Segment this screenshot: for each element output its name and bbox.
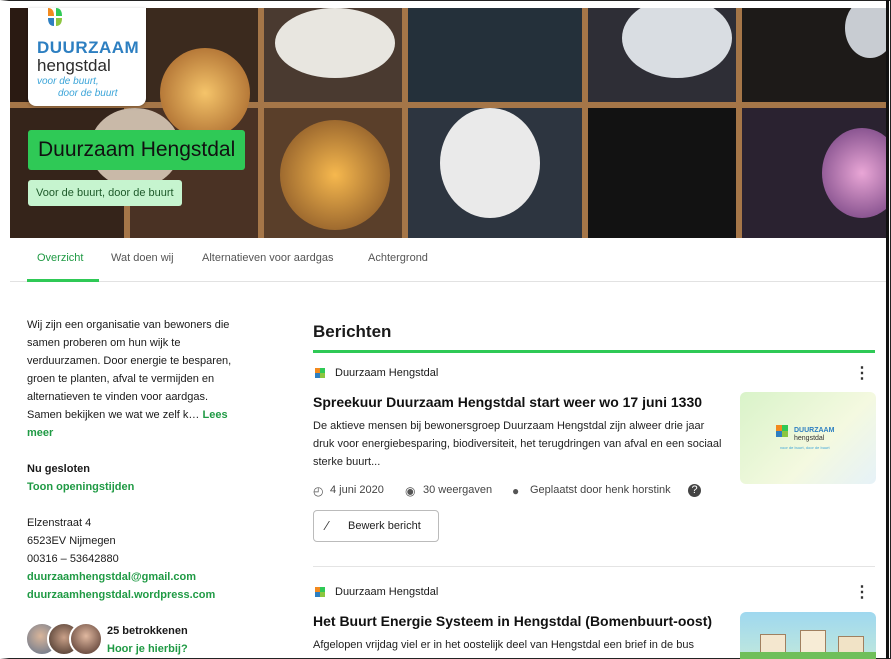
- thumbnail-logo-text1: DUURZAAM: [794, 427, 835, 434]
- post-excerpt: Afgelopen vrijdag viel er in het oosteli…: [313, 639, 694, 651]
- post-title[interactable]: Spreekuur Duurzaam Hengstdal start weer …: [313, 394, 702, 410]
- tab-achtergrond[interactable]: Achtergrond: [368, 252, 428, 264]
- avatar: [69, 622, 103, 656]
- post-excerpt: De aktieve mensen bij bewonersgroep Duur…: [313, 420, 722, 468]
- logo-text-hengstdal: hengstdal: [37, 56, 111, 75]
- page-title: Duurzaam Hengstdal: [28, 130, 246, 170]
- post-thumbnail[interactable]: [740, 612, 876, 659]
- post-options-icon[interactable]: ⋮: [854, 363, 870, 383]
- user-icon: ●: [512, 484, 520, 498]
- clock-icon: ◴: [313, 484, 324, 498]
- eye-icon: ◉: [405, 484, 416, 498]
- about-text: Wij zijn een organisatie van bewoners di…: [27, 316, 237, 442]
- contact-details: Elzenstraat 4 6523EV Nijmegen 00316 – 53…: [27, 514, 215, 604]
- posts-heading-rule: [313, 350, 875, 353]
- post-title[interactable]: Het Buurt Energie Systeem in Hengstdal (…: [313, 613, 712, 629]
- organization-logo[interactable]: DUURZAAM hengstdal voor de buurt, door d…: [28, 8, 146, 106]
- edit-post-button[interactable]: ⁄ Bewerk bericht: [313, 510, 439, 542]
- post-divider: [313, 566, 875, 567]
- phone-number: 00316 – 53642880: [27, 553, 119, 565]
- post-views: 30 weergaven: [423, 484, 493, 496]
- window-edge: [886, 0, 889, 659]
- members-info: 25 betrokkenen Hoor je hierbij?: [107, 622, 188, 658]
- website-link[interactable]: duurzaamhengstdal.wordpress.com: [27, 586, 215, 604]
- address-city: 6523EV Nijmegen: [27, 535, 116, 547]
- tab-overzicht[interactable]: Overzicht: [37, 252, 83, 264]
- address-street: Elzenstraat 4: [27, 517, 92, 529]
- thumbnail-logo-icon: [776, 425, 788, 437]
- post-options-icon[interactable]: ⋮: [854, 582, 870, 602]
- thumbnail-logo-text3: voor de buurt, door de buurt: [780, 445, 830, 450]
- page-tagline: Voor de buurt, door de buurt: [28, 180, 182, 206]
- about-description: Wij zijn een organisatie van bewoners di…: [27, 319, 232, 421]
- logo-text-duurzaam: DUURZAAM: [37, 38, 140, 57]
- email-link[interactable]: duurzaamhengstdal@gmail.com: [27, 568, 215, 586]
- pencil-icon: ⁄: [326, 518, 329, 533]
- member-avatars[interactable]: [25, 622, 103, 656]
- leaf-logo-icon: [48, 8, 62, 26]
- status-closed: Nu gesloten: [27, 463, 90, 475]
- post-author[interactable]: Duurzaam Hengstdal: [335, 367, 438, 379]
- post-date: 4 juni 2020: [330, 484, 384, 496]
- opening-status: Nu gesloten Toon openingstijden: [27, 460, 134, 496]
- tab-wat-doen-wij[interactable]: Wat doen wij: [111, 252, 174, 264]
- members-count: 25 betrokkenen: [107, 625, 188, 637]
- logo-slogan-line2: door de buurt: [58, 88, 118, 99]
- logo-slogan-line1: voor de buurt,: [37, 76, 99, 87]
- author-logo-icon: [315, 368, 325, 378]
- author-logo-icon: [315, 587, 325, 597]
- post-author[interactable]: Duurzaam Hengstdal: [335, 586, 438, 598]
- help-icon[interactable]: ?: [688, 484, 701, 497]
- edit-post-label: Bewerk bericht: [348, 520, 421, 532]
- thumbnail-logo-text2: hengstdal: [794, 435, 825, 442]
- active-tab-indicator: [27, 279, 99, 282]
- tab-bar: Overzicht Wat doen wij Alternatieven voo…: [10, 238, 888, 282]
- post-thumbnail[interactable]: DUURZAAM hengstdal voor de buurt, door d…: [740, 392, 876, 484]
- tab-alternatieven-voor-aardgas[interactable]: Alternatieven voor aardgas: [202, 252, 333, 264]
- post-posted-by: Geplaatst door henk horstink: [530, 484, 671, 496]
- posts-heading: Berichten: [313, 322, 392, 341]
- show-hours-link[interactable]: Toon openingstijden: [27, 478, 134, 496]
- join-link[interactable]: Hoor je hierbij?: [107, 640, 188, 658]
